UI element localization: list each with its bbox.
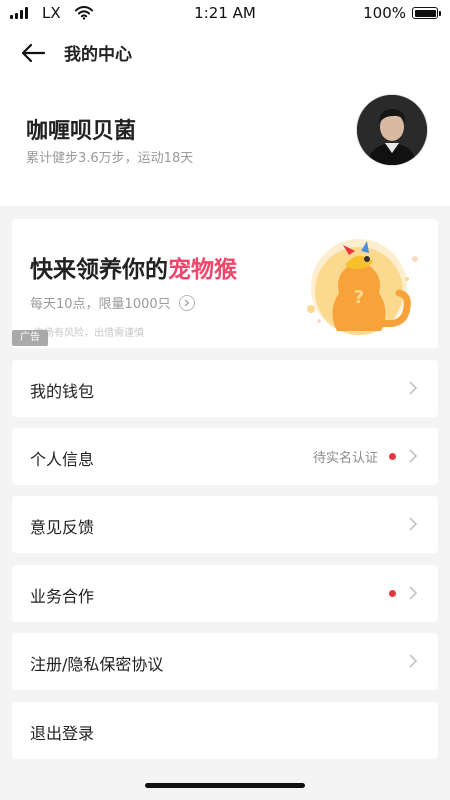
menu-item-label: 注册/隐私保密协议 (30, 655, 164, 674)
arrow-left-icon[interactable] (18, 42, 48, 64)
menu-item-personal-info[interactable]: 个人信息 待实名认证 (12, 428, 438, 485)
menu-item-wallet[interactable]: 我的钱包 (12, 360, 438, 417)
user-name: 咖喱呗贝菌 (26, 119, 137, 144)
ad-title-prefix: 快来领养你的 (30, 257, 168, 283)
home-indicator[interactable] (145, 783, 305, 788)
verification-status: 待实名认证 (312, 451, 378, 466)
ad-badge: 广告 (12, 330, 48, 346)
user-stats: 累计健步3.6万步，运动18天 (26, 151, 194, 166)
menu-item-feedback[interactable]: 意见反馈 (12, 496, 438, 553)
battery-percent: 100% (363, 4, 406, 22)
status-bar: LX 1:21 AM 100% (0, 0, 450, 26)
logout-label: 退出登录 (30, 724, 95, 743)
page-title: 我的中心 (64, 45, 132, 65)
chevron-right-icon (409, 449, 418, 463)
status-right: 100% (363, 4, 441, 22)
logout-button[interactable]: 退出登录 (12, 702, 438, 759)
chevron-right-icon (409, 517, 418, 531)
notification-dot (389, 590, 396, 597)
ad-subtitle: 每天10点，限量1000只 (30, 293, 195, 312)
menu-item-label: 个人信息 (30, 450, 95, 469)
menu-item-label: 意见反馈 (30, 518, 95, 537)
svg-text:?: ? (354, 287, 364, 308)
menu-item-cooperation[interactable]: 业务合作 (12, 565, 438, 622)
menu-item-label: 我的钱包 (30, 382, 95, 401)
menu-item-label: 业务合作 (30, 587, 95, 606)
notification-dot (389, 453, 396, 460)
battery-icon (412, 7, 441, 19)
avatar[interactable] (357, 95, 427, 165)
profile-header: 我的中心 咖喱呗贝菌 累计健步3.6万步，运动18天 (0, 26, 450, 206)
chevron-right-icon (409, 654, 418, 668)
chevron-right-icon (409, 381, 418, 395)
ad-card[interactable]: 快来领养你的宠物猴 每天10点，限量1000只 市场有风险，出借需谨慎 ? (12, 219, 438, 348)
ad-risk-text: 市场有风险，出借需谨慎 (34, 328, 144, 339)
pet-monkey-illustration: ? (307, 239, 418, 335)
chevron-right-icon (409, 586, 418, 600)
avatar-image (357, 95, 427, 165)
ad-title: 快来领养你的宠物猴 (30, 250, 237, 284)
ad-subtitle-text: 每天10点，限量1000只 (30, 297, 171, 312)
menu-item-privacy[interactable]: 注册/隐私保密协议 (12, 633, 438, 690)
ad-title-highlight: 宠物猴 (168, 257, 237, 283)
circle-arrow-icon (178, 294, 195, 311)
